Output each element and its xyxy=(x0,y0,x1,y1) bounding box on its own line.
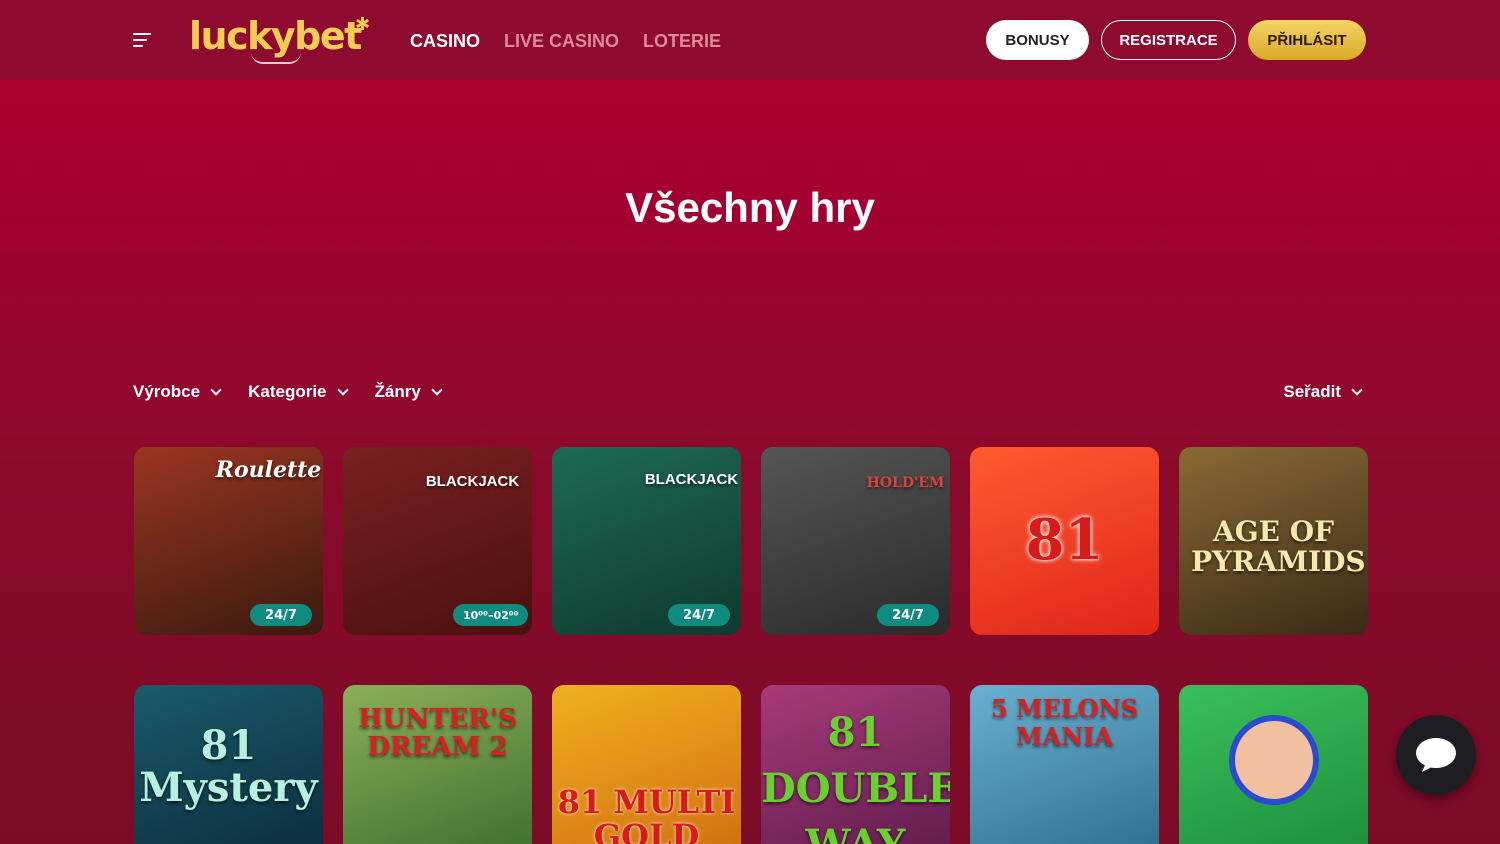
game-title: HOLD'EM xyxy=(866,475,945,491)
game-title: 5 MELONS MANIA xyxy=(991,694,1138,751)
sort-dropdown[interactable]: Seřadit xyxy=(1283,382,1363,402)
chevron-down-icon xyxy=(336,384,349,396)
nav-casino[interactable]: CASINO xyxy=(410,30,480,52)
game-title: HUNTER'S DREAM 2 xyxy=(358,704,517,762)
nav-loterie[interactable]: LOTERIE xyxy=(643,30,721,52)
category-filter[interactable]: Kategorie xyxy=(248,382,349,402)
chat-bubble-icon xyxy=(1416,738,1456,772)
game-title: 81 DOUBLE WAY xyxy=(761,709,950,844)
game-tile[interactable]: 81 MULTI GOLD xyxy=(552,685,741,844)
filter-bar: Výrobce Kategorie Žánry xyxy=(133,382,443,402)
clover-icon: ✱ xyxy=(355,14,371,34)
availability-badge: 24/7 xyxy=(668,604,730,626)
game-title: 81 xyxy=(1025,507,1104,573)
chat-button[interactable] xyxy=(1396,715,1476,795)
game-tile[interactable]: HOLD'EM 24/7 xyxy=(761,447,950,635)
game-title: 81 MULTI GOLD xyxy=(557,783,736,844)
main-nav: CASINO LIVE CASINO LOTERIE xyxy=(410,30,721,52)
genre-filter-label: Žánry xyxy=(374,382,421,401)
luckybet-logo[interactable]: luckybet ✱ xyxy=(189,14,370,66)
availability-badge: 10⁰⁰–02⁰⁰ xyxy=(453,604,529,626)
category-filter-label: Kategorie xyxy=(248,382,327,401)
page-title: Všechny hry xyxy=(625,184,875,231)
games-grid: Roulette 24/7 BLACKJACK 10⁰⁰–02⁰⁰ BLACKJ… xyxy=(134,447,1368,844)
chevron-down-icon xyxy=(431,384,443,396)
logo-swoosh xyxy=(251,52,301,64)
game-tile[interactable]: 81 xyxy=(970,447,1159,635)
joker-icon xyxy=(1229,715,1319,805)
availability-badge: 24/7 xyxy=(877,604,939,626)
game-tile[interactable]: AGE OF PYRAMIDS xyxy=(1179,447,1368,635)
producer-filter-label: Výrobce xyxy=(133,382,201,401)
login-button[interactable]: PŘIHLÁSIT xyxy=(1248,20,1366,60)
game-tile[interactable]: 5 MELONS MANIA xyxy=(970,685,1159,844)
game-title: AGE OF PYRAMIDS xyxy=(1191,515,1366,578)
nav-live-casino[interactable]: LIVE CASINO xyxy=(504,30,619,52)
availability-badge: 24/7 xyxy=(250,604,312,626)
game-title: BLACKJACK xyxy=(425,473,520,490)
chevron-down-icon xyxy=(210,384,222,396)
game-tile[interactable]: Roulette 24/7 xyxy=(134,447,323,635)
register-button[interactable]: REGISTRACE xyxy=(1101,20,1236,60)
game-title: 81 Mystery xyxy=(139,722,318,811)
game-title: BLACKJACK xyxy=(644,471,739,488)
game-tile[interactable]: BLACKJACK 24/7 xyxy=(552,447,741,635)
game-tile[interactable]: 81 Mystery xyxy=(134,685,323,844)
chevron-down-icon xyxy=(1351,384,1363,396)
top-header: luckybet ✱ CASINO LIVE CASINO LOTERIE BO… xyxy=(0,0,1500,80)
sort-label: Seřadit xyxy=(1283,382,1341,401)
game-title: Roulette xyxy=(215,457,322,483)
hamburger-menu-icon[interactable] xyxy=(133,31,153,49)
game-tile[interactable] xyxy=(1179,685,1368,844)
genre-filter[interactable]: Žánry xyxy=(374,382,443,402)
game-tile[interactable]: HUNTER'S DREAM 2 xyxy=(343,685,532,844)
producer-filter[interactable]: Výrobce xyxy=(133,382,222,402)
game-tile[interactable]: BLACKJACK 10⁰⁰–02⁰⁰ xyxy=(343,447,532,635)
bonus-button[interactable]: BONUSY xyxy=(986,20,1089,60)
game-tile[interactable]: 81 DOUBLE WAY xyxy=(761,685,950,844)
